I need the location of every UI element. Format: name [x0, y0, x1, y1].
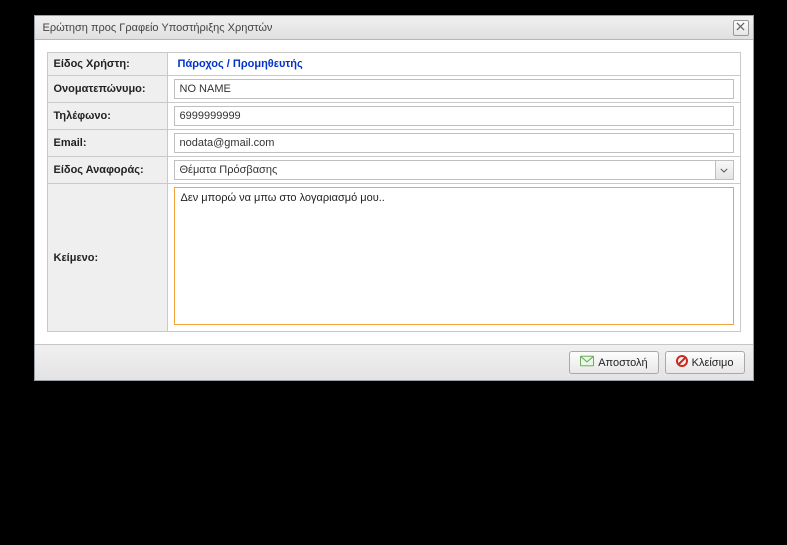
submit-button-label: Αποστολή: [598, 357, 647, 369]
label-message: Κείμενο:: [47, 184, 167, 332]
window-close-button[interactable]: [733, 20, 749, 36]
label-user-type: Είδος Χρήστη:: [47, 53, 167, 76]
chevron-down-icon: [715, 161, 733, 179]
window-title: Ερώτηση προς Γραφείο Υποστήριξης Χρηστών: [43, 22, 273, 34]
select-report-type-value: Θέματα Πρόσβασης: [175, 161, 715, 179]
mail-icon: [580, 355, 594, 370]
label-email: Email:: [47, 130, 167, 157]
input-full-name[interactable]: [174, 79, 734, 99]
label-phone: Τηλέφωνο:: [47, 103, 167, 130]
input-phone[interactable]: [174, 106, 734, 126]
submit-button[interactable]: Αποστολή: [569, 351, 658, 374]
titlebar: Ερώτηση προς Γραφείο Υποστήριξης Χρηστών: [35, 16, 753, 40]
close-button-label: Κλείσιμο: [692, 357, 734, 369]
forbidden-icon: [676, 355, 688, 370]
dialog-footer: Αποστολή Κλείσιμο: [35, 344, 753, 380]
dialog-window: Ερώτηση προς Γραφείο Υποστήριξης Χρηστών…: [34, 15, 754, 381]
value-user-type: Πάροχος / Προμηθευτής: [174, 56, 734, 72]
form-content: Είδος Χρήστη: Πάροχος / Προμηθευτής Ονομ…: [35, 40, 753, 344]
select-report-type[interactable]: Θέματα Πρόσβασης: [174, 160, 734, 180]
input-email[interactable]: [174, 133, 734, 153]
label-full-name: Ονοματεπώνυμο:: [47, 76, 167, 103]
label-report-type: Είδος Αναφοράς:: [47, 157, 167, 184]
close-icon: [736, 22, 745, 34]
close-button[interactable]: Κλείσιμο: [665, 351, 745, 374]
textarea-message[interactable]: [174, 187, 734, 325]
